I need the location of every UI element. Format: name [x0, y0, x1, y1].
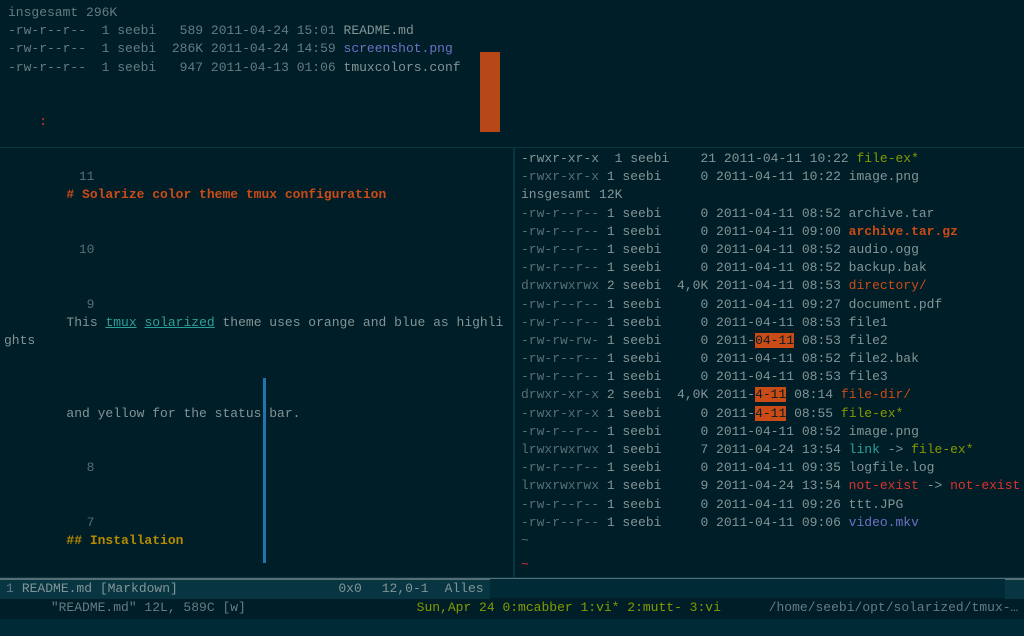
right-fileex: -rwxr-xr-x 1 seebi 0 2011-4-11 08:55 fil…: [521, 405, 1018, 423]
blue-cursor-bar: [263, 378, 266, 563]
right-filedir: drwxr-xr-x 2 seebi 4,0K 2011-4-11 08:14 …: [521, 386, 1018, 404]
right-tilde: ~: [521, 532, 1018, 550]
top-terminal-pane: insgesamt 296K -rw-r--r-- 1 seebi 589 20…: [0, 0, 1024, 148]
insgesamt-line: insgesamt 296K: [8, 4, 1016, 22]
cmd-line-left-text: "README.md" 12L, 589C [w]: [4, 581, 417, 636]
left-editor-pane[interactable]: 11 # Solarize color theme tmux configura…: [0, 148, 515, 577]
right-file3: -rw-r--r-- 1 seebi 0 2011-04-11 08:53 fi…: [521, 368, 1018, 386]
right-video: -rw-r--r-- 1 seebi 0 2011-04-11 09:06 vi…: [521, 514, 1018, 532]
right-image: -rw-r--r-- 1 seebi 0 2011-04-11 08:52 im…: [521, 423, 1018, 441]
right-link: lrwxrwxrwx 1 seebi 7 2011-04-24 13:54 li…: [521, 441, 1018, 459]
orange-cursor-block: [480, 52, 500, 132]
cmd-line-right-text: Sun,Apr 24 0:mcabber 1:vi* 2:mutt- 3:vi …: [417, 599, 1020, 617]
empty-line: [8, 77, 1016, 95]
command-line: "README.md" 12L, 589C [w] Sun,Apr 24 0:m…: [0, 598, 1024, 619]
right-logfile: -rw-r--r-- 1 seebi 0 2011-04-11 09:35 lo…: [521, 459, 1018, 477]
right-directory: drwxrwxrwx 2 seebi 4,0K 2011-04-11 08:53…: [521, 277, 1018, 295]
file-line-tmuxconf: -rw-r--r-- 1 seebi 947 2011-04-13 01:06 …: [8, 59, 1016, 77]
doc-line-9b: and yellow for the status bar.: [4, 368, 509, 441]
doc-line-8: 8: [4, 441, 509, 496]
right-file1: -rw-r--r-- 1 seebi 0 2011-04-11 08:53 fi…: [521, 314, 1018, 332]
right-document: -rw-r--r-- 1 seebi 0 2011-04-11 09:27 do…: [521, 296, 1018, 314]
doc-line-9: 9 This tmux solarized theme uses orange …: [4, 277, 509, 368]
right-file2: -rw-rw-rw- 1 seebi 0 2011-04-11 08:53 fi…: [521, 332, 1018, 350]
right-tilde2: ~: [521, 556, 1018, 574]
doc-line-11: 11 # Solarize color theme tmux configura…: [4, 150, 509, 223]
vim-status-bar-right: [1005, 579, 1024, 599]
bottom-status-area: 1 README.md [Markdown] 0x0 12,0-1 Alles …: [0, 578, 1024, 619]
right-prompt: → ∅ default ★ 39: [521, 574, 1018, 577]
right-notexist: lrwxrwxrwx 1 seebi 9 2011-04-24 13:54 no…: [521, 477, 1018, 495]
file-line-readme: -rw-r--r-- 1 seebi 589 2011-04-24 15:01 …: [8, 22, 1016, 40]
right-tttjpg: -rw-r--r-- 1 seebi 0 2011-04-11 09:26 tt…: [521, 496, 1018, 514]
right-file2bak: -rw-r--r-- 1 seebi 0 2011-04-11 08:52 fi…: [521, 350, 1018, 368]
doc-line-7: 7 ## Installation: [4, 496, 509, 569]
editor-content: 11 # Solarize color theme tmux configura…: [0, 148, 513, 577]
file-line-screenshot: -rw-r--r-- 1 seebi 286K 2011-04-24 14:59…: [8, 40, 1016, 58]
prompt-line-top: :: [8, 95, 1016, 150]
doc-line-10: 10: [4, 223, 509, 278]
insgesamt-text: insgesamt 296K: [8, 5, 117, 20]
doc-line-6: 6 This config snippet for the terminal m…: [4, 568, 509, 577]
